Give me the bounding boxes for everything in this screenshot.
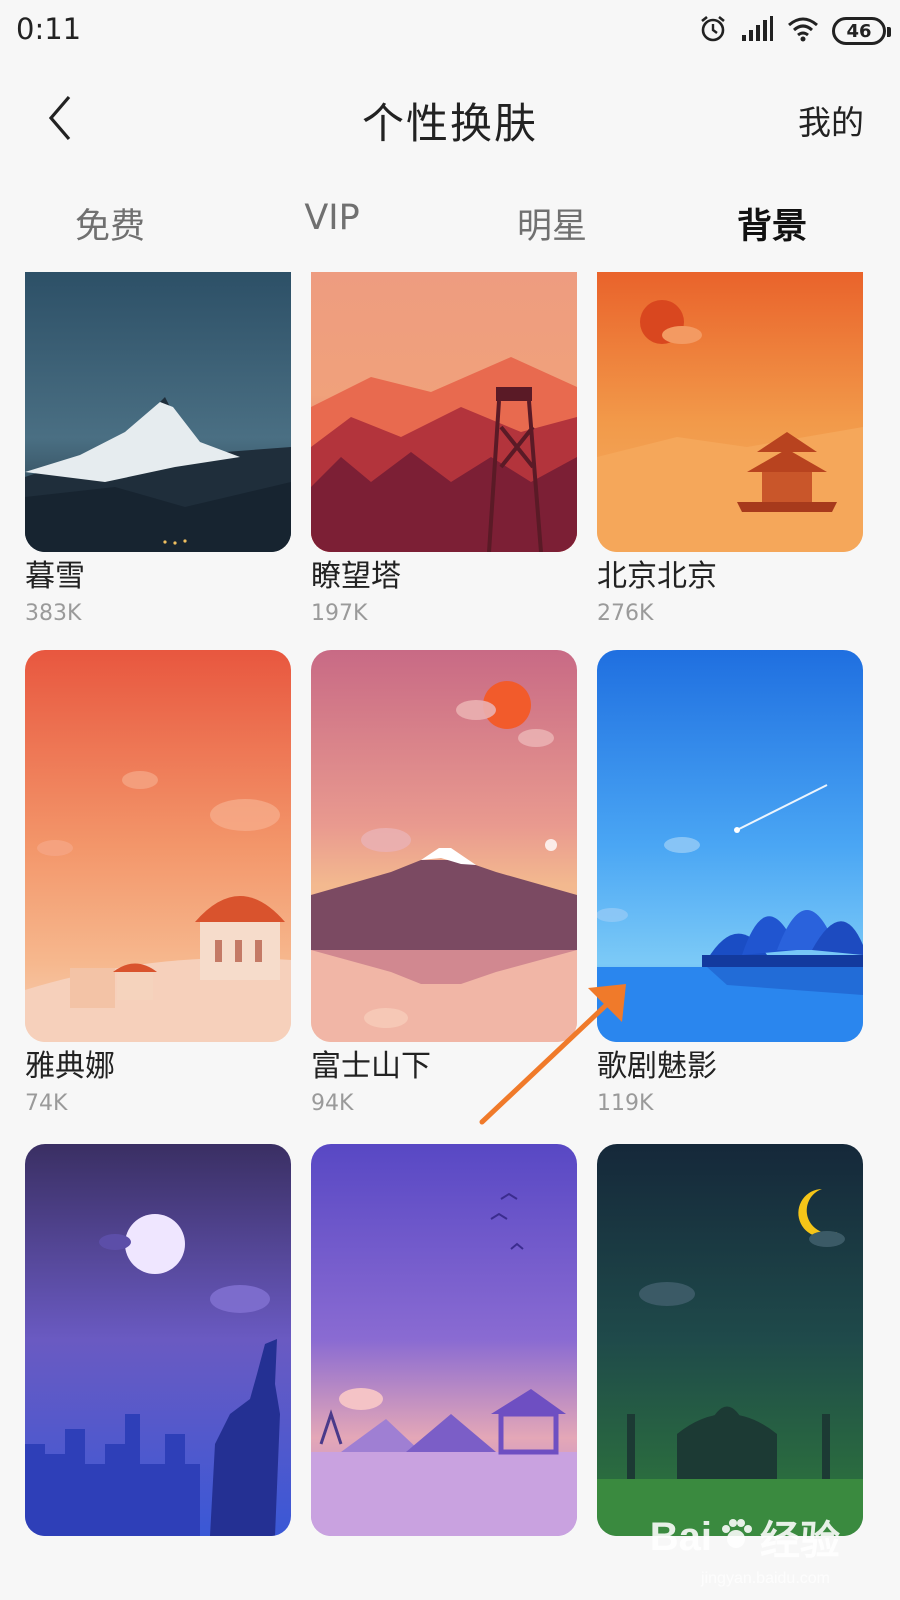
skin-card[interactable]: 暮雪 383K bbox=[25, 272, 291, 630]
skin-thumbnail bbox=[597, 650, 863, 1042]
tab-label: 背景 bbox=[736, 207, 807, 247]
tab-label: VIP bbox=[304, 198, 360, 238]
tab-label: 免费 bbox=[74, 207, 145, 247]
skin-card[interactable] bbox=[25, 1144, 291, 1600]
tab-vip[interactable]: VIP bbox=[252, 198, 412, 238]
skin-thumbnail bbox=[311, 1144, 577, 1536]
skin-name: 北京北京 bbox=[597, 559, 717, 594]
battery-level: 46 bbox=[846, 20, 872, 42]
skin-card[interactable]: 雅典娜 74K bbox=[25, 650, 291, 1120]
skin-name: 富士山下 bbox=[311, 1049, 431, 1084]
skin-name: 雅典娜 bbox=[25, 1049, 115, 1084]
skin-name: 暮雪 bbox=[25, 559, 85, 594]
skin-thumbnail bbox=[311, 650, 577, 1042]
page-title: 个性换肤 bbox=[361, 99, 538, 148]
skin-name bbox=[311, 1540, 577, 1582]
skin-card[interactable]: 歌剧魅影 119K bbox=[597, 650, 863, 1120]
skin-count: 276K bbox=[597, 601, 654, 626]
status-bar: 0:11 46 bbox=[0, 0, 900, 62]
skin-thumbnail bbox=[597, 1144, 863, 1536]
header: 个性换肤 我的 bbox=[0, 70, 900, 166]
watermark-brand-cn: 经验 bbox=[760, 1519, 840, 1563]
watermark-logo: Bai 经验 bbox=[650, 1508, 840, 1566]
status-time: 0:11 bbox=[16, 12, 82, 46]
alarm-icon bbox=[698, 14, 728, 48]
skin-card[interactable] bbox=[311, 1144, 577, 1600]
skin-thumbnail bbox=[25, 650, 291, 1042]
skin-card[interactable]: 北京北京 276K bbox=[597, 272, 863, 630]
skin-name bbox=[25, 1540, 291, 1582]
skin-name: 瞭望塔 bbox=[311, 559, 401, 594]
skin-count: 119K bbox=[597, 1091, 654, 1116]
mine-link[interactable]: 我的 bbox=[798, 96, 864, 144]
tab-bar: 免费 VIP 明星 背景 bbox=[0, 186, 900, 256]
watermark-url: jingyan.baidu.com bbox=[701, 1570, 830, 1587]
skin-count: 94K bbox=[311, 1091, 354, 1116]
tab-free[interactable]: 免费 bbox=[30, 198, 190, 249]
skin-count bbox=[311, 1582, 577, 1600]
skin-count: 383K bbox=[25, 601, 82, 626]
skin-count bbox=[25, 1582, 291, 1600]
wifi-icon bbox=[786, 15, 820, 47]
skin-thumbnail bbox=[25, 1144, 291, 1536]
skin-thumbnail bbox=[311, 272, 577, 552]
status-icons: 46 bbox=[698, 14, 891, 48]
signal-icon bbox=[740, 15, 774, 47]
skin-card[interactable]: 富士山下 94K bbox=[311, 650, 577, 1120]
watermark-brand: Bai bbox=[649, 1514, 712, 1559]
skin-thumbnail bbox=[25, 272, 291, 552]
tab-label: 明星 bbox=[516, 207, 587, 247]
skin-grid: 暮雪 383K 瞭望塔 197K 北京北京 276K 雅典娜 74K 富士山下 … bbox=[0, 272, 900, 1600]
tab-background[interactable]: 背景 bbox=[692, 198, 852, 251]
tab-star[interactable]: 明星 bbox=[472, 198, 632, 249]
paw-icon bbox=[718, 1517, 754, 1557]
battery-icon: 46 bbox=[832, 17, 891, 45]
skin-count: 74K bbox=[25, 1091, 68, 1116]
skin-name: 歌剧魅影 bbox=[597, 1049, 717, 1084]
skin-card[interactable]: 瞭望塔 197K bbox=[311, 272, 577, 630]
skin-thumbnail bbox=[597, 272, 863, 552]
skin-count: 197K bbox=[311, 601, 368, 626]
